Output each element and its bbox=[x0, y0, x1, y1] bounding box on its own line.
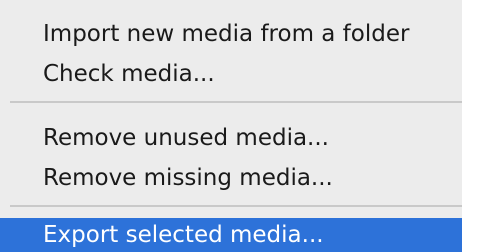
menu-item-remove-unused-media[interactable]: Remove unused media... bbox=[0, 120, 462, 156]
menu-separator bbox=[10, 101, 462, 103]
menu-item-export-selected-media[interactable]: Export selected media... bbox=[0, 218, 462, 252]
menu-item-remove-missing-media[interactable]: Remove missing media... bbox=[0, 160, 462, 196]
menu-edge bbox=[462, 0, 481, 252]
menu-item-import-new-media[interactable]: Import new media from a folder bbox=[0, 16, 462, 52]
menu-separator bbox=[10, 205, 462, 207]
context-menu: Import new media from a folder Check med… bbox=[0, 0, 481, 252]
menu-item-check-media[interactable]: Check media... bbox=[0, 56, 462, 92]
